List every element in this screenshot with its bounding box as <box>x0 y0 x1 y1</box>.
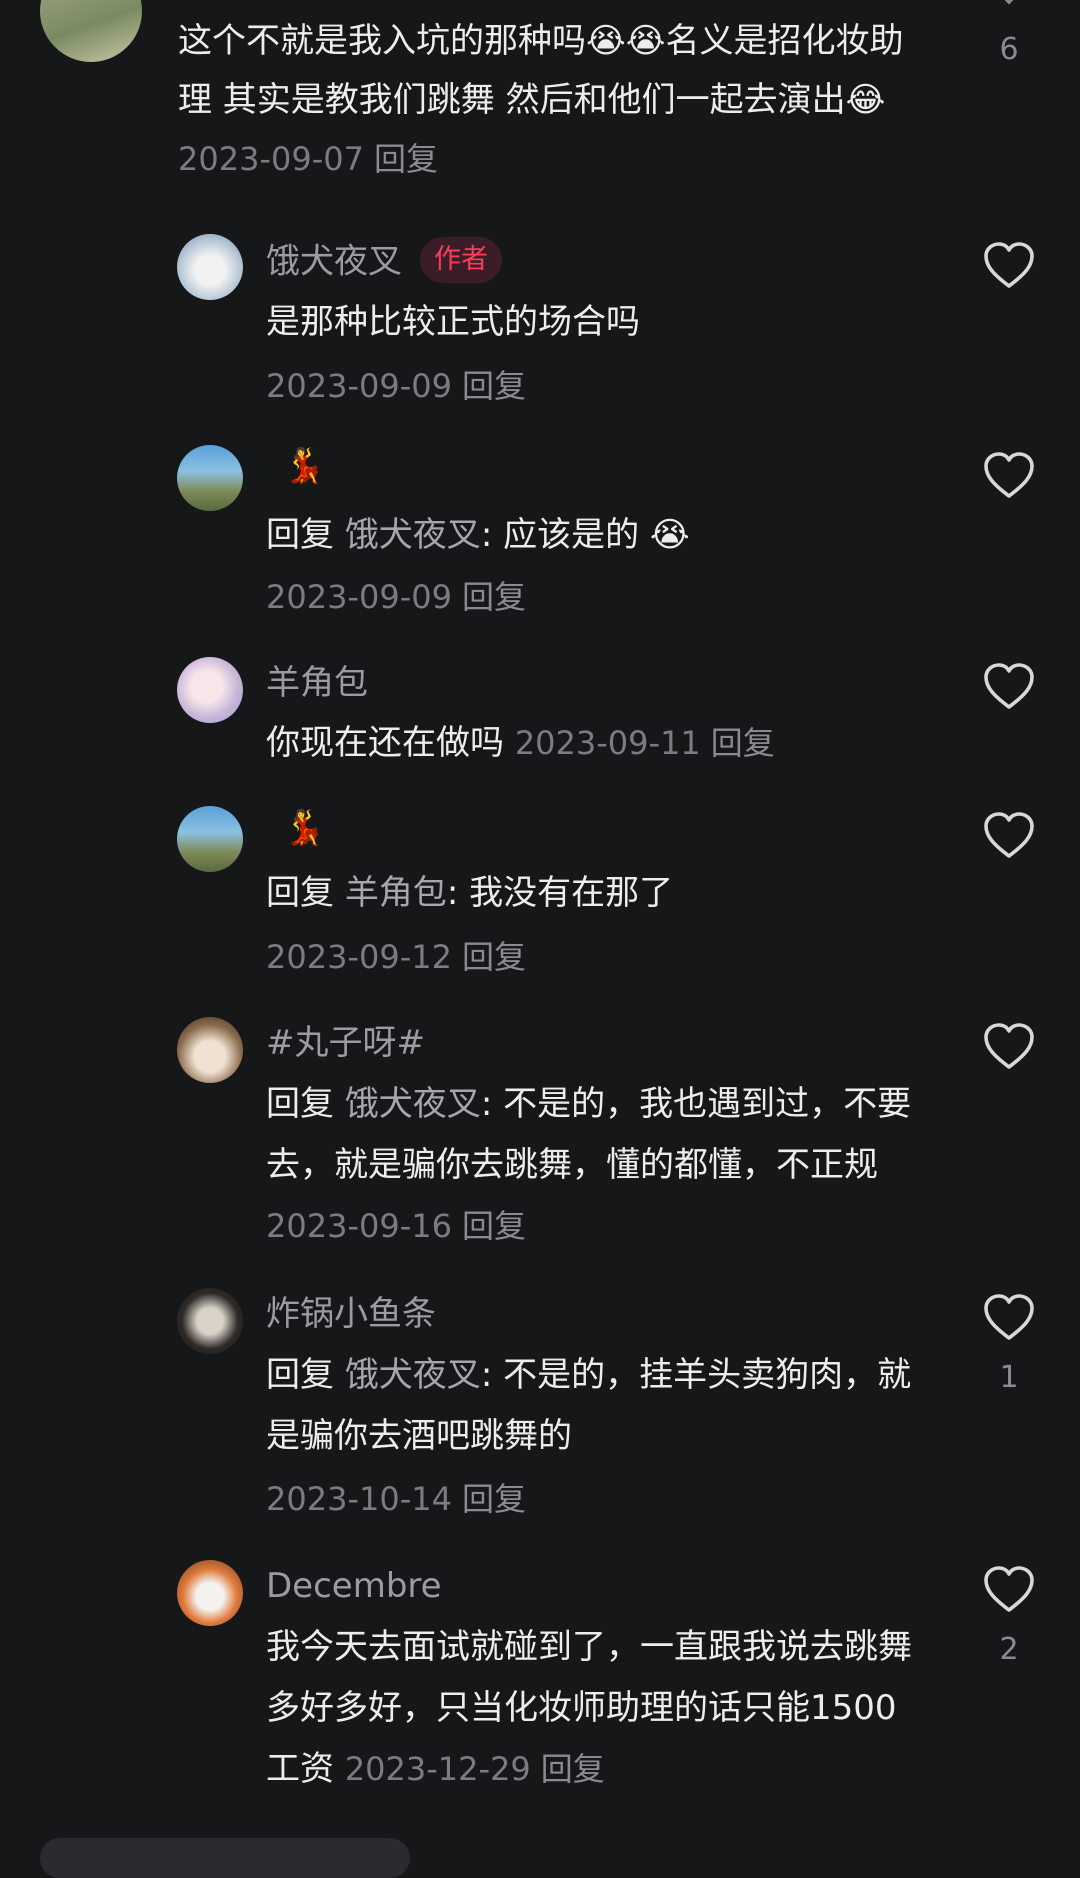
username[interactable]: Decembre <box>266 1566 442 1606</box>
comment-text: 你现在还在做吗 2023-09-11 回复 <box>266 723 775 763</box>
comment-text: 回复 饿犬夜叉: 应该是的 😭 <box>266 515 690 555</box>
comment-text: 回复 饿犬夜叉: 不是的，挂羊头卖狗肉，就是骗你去酒吧跳舞的 <box>266 1355 912 1456</box>
reply-to-user[interactable]: 饿犬夜叉 <box>345 1084 481 1124</box>
username[interactable]: 💃 <box>283 808 325 848</box>
heart-icon[interactable] <box>983 452 1035 500</box>
comment-date: 2023-12-29 <box>344 1750 531 1788</box>
reply-button[interactable]: 回复 <box>541 1750 605 1788</box>
reply-to-user[interactable]: 饿犬夜叉 <box>345 515 481 555</box>
comment-date: 2023-09-11 <box>514 724 701 762</box>
reply-to-user[interactable]: 羊角包 <box>345 873 447 913</box>
reply-button[interactable]: 回复 <box>374 140 438 178</box>
reply-label: 回复 <box>266 1355 334 1395</box>
comment-date: 2023-09-12 <box>266 938 452 976</box>
reply-button[interactable]: 回复 <box>462 1480 526 1518</box>
like-count: 1 <box>999 1360 1019 1395</box>
avatar[interactable] <box>177 1288 243 1354</box>
comment-text: 回复 饿犬夜叉: 不是的，我也遇到过，不要去，就是骗你去跳舞，懂的都懂，不正规 … <box>266 1084 912 1245</box>
comment-text: 是那种比较正式的场合吗 <box>266 302 640 342</box>
reply-label: 回复 <box>266 873 334 913</box>
reply-to-user[interactable]: 饿犬夜叉 <box>345 1355 481 1395</box>
avatar[interactable] <box>177 806 243 872</box>
reply-button[interactable]: 回复 <box>711 724 775 762</box>
comment-input-bar[interactable] <box>40 1838 410 1878</box>
heart-icon[interactable] <box>983 812 1035 860</box>
username[interactable]: #丸子呀# <box>266 1023 425 1063</box>
username[interactable]: 饿犬夜叉 作者 <box>266 237 502 286</box>
avatar[interactable] <box>177 234 243 300</box>
like-count: 6 <box>999 32 1019 67</box>
reply-button[interactable]: 回复 <box>462 367 526 405</box>
heart-icon[interactable] <box>983 1294 1035 1342</box>
username[interactable]: 炸锅小鱼条 <box>266 1294 436 1334</box>
reply-button[interactable]: 回复 <box>462 938 526 976</box>
comment-date: 2023-09-09 <box>266 367 452 405</box>
comment-meta: 2023-09-09 回复 <box>266 366 526 406</box>
avatar[interactable] <box>177 1560 243 1626</box>
comment-date: 2023-09-16 <box>266 1207 452 1245</box>
comment-meta: 2023-09-09 回复 <box>266 577 526 617</box>
chevron-down-icon[interactable] <box>983 0 1035 16</box>
heart-icon[interactable] <box>983 1566 1035 1614</box>
comment-meta: 2023-10-14 回复 <box>266 1479 526 1519</box>
username[interactable]: 💃 <box>283 446 325 486</box>
avatar[interactable] <box>177 1017 243 1083</box>
heart-icon[interactable] <box>983 663 1035 711</box>
comment-text: 我今天去面试就碰到了，一直跟我说去跳舞多好多好，只当化妆师助理的话只能1500工… <box>266 1627 912 1789</box>
username[interactable]: 羊角包 <box>266 663 368 703</box>
reply-button[interactable]: 回复 <box>462 1207 526 1245</box>
comment-date: 2023-09-09 <box>266 578 452 616</box>
heart-icon[interactable] <box>983 1023 1035 1071</box>
author-badge: 作者 <box>420 237 502 283</box>
comment-meta: 2023-09-12 回复 <box>266 937 526 977</box>
avatar[interactable] <box>177 657 243 723</box>
avatar[interactable] <box>177 445 243 511</box>
comment-text: 回复 羊角包: 我没有在那了 <box>266 873 674 913</box>
comment-date: 2023-09-07 <box>178 140 364 178</box>
comment-date: 2023-10-14 <box>266 1480 452 1518</box>
heart-icon[interactable] <box>983 242 1035 290</box>
avatar[interactable] <box>40 0 142 62</box>
reply-label: 回复 <box>266 515 334 555</box>
reply-button[interactable]: 回复 <box>462 578 526 616</box>
like-count: 2 <box>999 1632 1019 1667</box>
reply-label: 回复 <box>266 1084 334 1124</box>
comment-text: 这个不就是我入坑的那种吗😭😭名义是招化妆助理 其实是教我们跳舞 然后和他们一起去… <box>178 21 904 178</box>
